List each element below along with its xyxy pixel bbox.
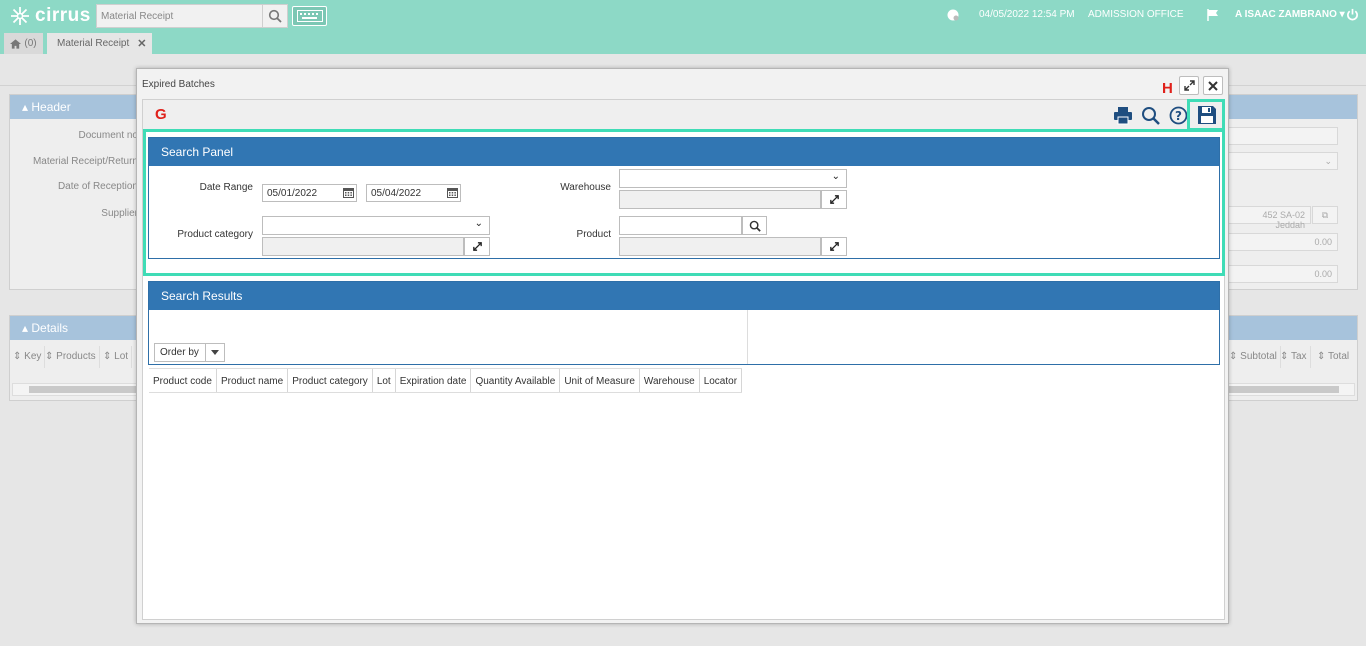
home-icon — [10, 38, 22, 49]
col-lot[interactable]: ⇕ Lot — [100, 346, 133, 368]
caret-down-icon: ▾ — [1339, 9, 1345, 20]
col-product-code[interactable]: Product code — [149, 369, 217, 392]
close-tab-icon[interactable]: ✕ — [137, 37, 146, 50]
order-by-label: Order by — [155, 344, 206, 361]
expand-icon — [1183, 80, 1195, 91]
tabs-row: (0) Material Receipt ✕ — [0, 31, 1366, 54]
details-title-text: Details — [31, 321, 69, 335]
menu-search-button[interactable] — [263, 4, 288, 28]
app-logo[interactable]: cirrus — [9, 5, 91, 27]
amount-field-2: 0.00 — [1228, 265, 1338, 283]
close-dialog-button[interactable] — [1203, 76, 1223, 95]
results-header-row: Product code Product name Product catego… — [149, 368, 743, 393]
annotation-marker-h: H — [1162, 80, 1173, 97]
search-results-title: Search Results — [149, 282, 1219, 310]
globe-icon[interactable] — [946, 8, 960, 25]
col-quantity-available[interactable]: Quantity Available — [471, 369, 561, 392]
col-tax[interactable]: ⇕ Tax — [1277, 346, 1311, 368]
order-by-dropdown[interactable]: Order by — [154, 343, 225, 362]
tab-material-receipt[interactable]: Material Receipt ✕ — [47, 33, 152, 54]
print-icon[interactable] — [1113, 106, 1133, 128]
flag-icon[interactable] — [1206, 8, 1220, 25]
highlight-save-button — [1187, 99, 1225, 131]
col-tax-label: Tax — [1290, 351, 1307, 362]
office-name[interactable]: ADMISSION OFFICE — [1088, 9, 1184, 20]
col-locator[interactable]: Locator — [700, 369, 743, 392]
col-key-label: Key — [24, 351, 42, 362]
col-expiration-date[interactable]: Expiration date — [396, 369, 472, 392]
col-products-label: Products — [56, 351, 96, 362]
logo-text: cirrus — [35, 4, 91, 26]
svg-text:?: ? — [1175, 109, 1182, 123]
col-total[interactable]: ⇕ Total — [1314, 346, 1352, 368]
snowflake-icon — [11, 6, 29, 25]
supplier-field[interactable]: 452 SA-02 Jeddah — [1228, 206, 1311, 230]
tab-label: Material Receipt — [57, 38, 130, 49]
col-product-category[interactable]: Product category — [288, 369, 373, 392]
col-lot[interactable]: Lot — [373, 369, 396, 392]
document-no-label: Document no — [78, 130, 138, 141]
col-lot-label: Lot — [114, 351, 129, 362]
expired-batches-dialog: Expired Batches H G ? Search Panel Date … — [136, 68, 1229, 624]
dialog-title: Expired Batches — [142, 79, 215, 90]
col-product-name[interactable]: Product name — [217, 369, 289, 392]
document-no-field[interactable] — [1228, 127, 1338, 145]
close-icon — [1208, 80, 1218, 91]
amount-field-1: 0.00 — [1228, 233, 1338, 251]
home-count: (0) — [24, 38, 37, 49]
material-receipt-return-label: Material Receipt/Return — [32, 156, 138, 167]
col-unit-of-measure[interactable]: Unit of Measure — [560, 369, 640, 392]
keyboard-icon — [296, 10, 323, 22]
maximize-button[interactable] — [1179, 76, 1199, 95]
header-title-text: Header — [31, 100, 71, 114]
dialog-toolbar: G ? — [143, 100, 1224, 130]
keyboard-button[interactable] — [292, 6, 327, 26]
current-datetime: 04/05/2022 12:54 PM — [979, 9, 1075, 20]
power-icon[interactable] — [1346, 8, 1359, 24]
col-warehouse[interactable]: Warehouse — [640, 369, 700, 392]
caret-down-icon — [206, 350, 224, 355]
col-products[interactable]: ⇕ Products — [42, 346, 100, 368]
help-icon[interactable]: ? — [1169, 106, 1188, 128]
search-results-panel: Search Results Order by Product code Pro… — [148, 281, 1220, 393]
results-grid: Order by Product code Product name Produ… — [149, 310, 748, 393]
copy-icon[interactable]: ⧉ — [1312, 206, 1338, 224]
highlight-search-panel — [143, 129, 1225, 276]
annotation-marker-g: G — [155, 106, 167, 123]
col-total-label: Total — [1327, 351, 1350, 362]
supplier-label: Supplier — [101, 208, 138, 219]
user-menu[interactable]: A ISAAC ZAMBRANO ▾ — [1235, 9, 1345, 20]
search-icon — [268, 9, 282, 23]
col-key[interactable]: ⇕ Key — [10, 346, 46, 368]
search-icon[interactable] — [1141, 106, 1160, 128]
col-subtotal-label: Subtotal — [1240, 351, 1277, 362]
date-of-reception-label: Date of Reception — [57, 181, 138, 192]
receipt-type-select[interactable]: ⌄ — [1228, 152, 1338, 170]
user-name: A ISAAC ZAMBRANO — [1235, 9, 1337, 20]
col-subtotal[interactable]: ⇕ Subtotal — [1226, 346, 1281, 368]
menu-search-input[interactable]: Material Receipt — [96, 4, 263, 28]
tab-home[interactable]: (0) — [4, 33, 43, 54]
